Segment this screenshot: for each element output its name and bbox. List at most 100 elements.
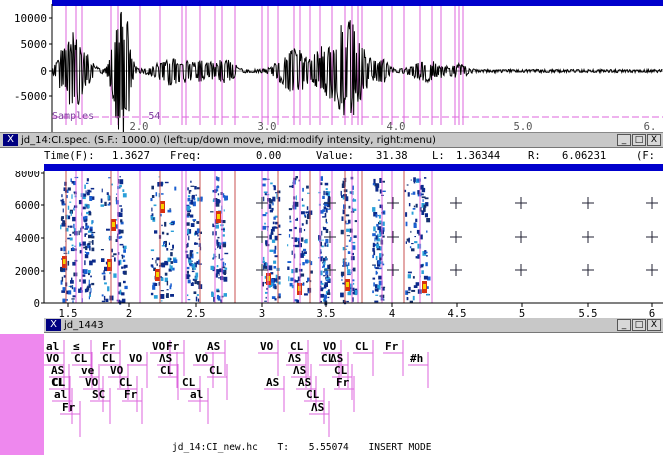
maximize-button[interactable]: □ — [632, 319, 646, 331]
label-tier-text: Fr — [385, 340, 399, 353]
spectrogram-cell — [325, 188, 328, 191]
spectrogram-cell — [215, 224, 219, 229]
spectrogram-cell — [424, 251, 428, 254]
minimize-button[interactable]: _ — [617, 134, 631, 146]
spectrogram-cell — [289, 229, 293, 232]
spectrogram-cell — [326, 274, 329, 278]
spectrogram-cell — [263, 265, 268, 269]
spectrogram-cell — [274, 285, 277, 290]
spectrogram-cell — [71, 194, 73, 199]
label-tier-item[interactable]: AS — [264, 376, 285, 412]
label-tier-item[interactable]: Fr — [383, 340, 404, 376]
spectrogram-cell — [377, 260, 381, 265]
spectrogram-scroll-bar[interactable] — [44, 164, 663, 171]
spectrogram-cell — [215, 273, 218, 278]
spectrogram-cell — [83, 216, 87, 220]
spectrogram-cell — [410, 179, 412, 181]
spectrogram-cell — [88, 272, 90, 276]
spectrogram-y-tick-label: 8000 — [15, 171, 40, 180]
spectrogram-cell — [83, 269, 88, 274]
spectrogram-cell — [217, 236, 220, 239]
waveform-window[interactable]: 10000 5000 0 -5000 2.0 3.0 4.0 5.0 6. Samples 5… — [0, 0, 663, 132]
close-button[interactable]: X — [647, 319, 661, 331]
spectrogram-cell — [73, 193, 77, 195]
spectrogram-cell — [85, 225, 90, 229]
spectrogram-cell — [301, 223, 304, 226]
spectrogram-cell — [123, 255, 125, 258]
spectrogram-cell — [378, 236, 381, 237]
spectrogram-cell — [191, 195, 194, 200]
spectrogram-cell — [189, 264, 193, 267]
spectrogram-cell — [69, 237, 73, 241]
label-tier-item[interactable]: CL — [207, 364, 228, 400]
spectrogram-window[interactable]: X jd_14:CI.spec. (S.F.: 1000.0) (left:up… — [0, 132, 663, 320]
spectrogram-cell — [301, 250, 304, 256]
spectrogram-cell — [106, 192, 109, 195]
spectrogram-cell — [289, 220, 292, 223]
spectrogram-cell — [322, 262, 324, 264]
spectrogram-energy-peak — [161, 204, 164, 209]
spectrogram-cell — [305, 219, 308, 225]
spectrogram-cell — [223, 293, 227, 297]
window-menu-icon[interactable]: X — [3, 134, 18, 146]
spectrogram-cell — [289, 215, 291, 220]
label-tier-item[interactable]: Fr — [334, 376, 355, 412]
spectrogram-cell — [372, 277, 376, 280]
label-tier-item[interactable]: VO — [258, 340, 279, 376]
label-titlebar[interactable]: X jd_1443 _ □ X — [44, 318, 663, 333]
spectrogram-cell — [353, 282, 355, 285]
spectrogram-cell — [187, 299, 191, 301]
label-tier-item[interactable]: #h — [408, 352, 429, 388]
label-tier-item[interactable]: Fr — [122, 388, 143, 424]
spectrogram-cell — [92, 259, 96, 263]
spectrogram-cell — [426, 218, 431, 223]
spectrogram-cell — [326, 191, 331, 193]
spectrogram-cell — [320, 270, 323, 276]
spectrogram-cell — [166, 232, 169, 236]
spectrogram-cell — [303, 248, 307, 251]
window-menu-icon[interactable]: X — [46, 319, 61, 331]
spectrogram-cell — [378, 275, 382, 280]
spectrogram-cell — [106, 228, 110, 231]
spectrogram-readout: Time(F): 1.3627 Freq: 0.00 Value: 31.38 … — [0, 149, 663, 163]
spectrogram-cell — [274, 298, 277, 301]
label-tier-item[interactable]: ΛS — [309, 401, 330, 437]
spectrogram-cell — [304, 216, 307, 218]
spectrogram-cell — [122, 271, 125, 274]
spectrogram-cell — [291, 250, 293, 255]
spectrogram-cell — [118, 300, 122, 303]
spectrogram-cell — [196, 252, 199, 254]
spectrogram-cell — [73, 223, 75, 229]
label-window[interactable]: X jd_1443 _ □ X al ≤ Fr VO Fr AS VO CL VO CL Fr #h V… — [0, 318, 663, 455]
spectrogram-cell — [294, 237, 297, 243]
spectrogram-cell — [189, 229, 192, 234]
label-tier-item[interactable]: al — [188, 388, 209, 424]
spectrogram-cell — [372, 290, 374, 294]
spectrogram-cell — [347, 269, 351, 274]
spectrogram-titlebar[interactable]: X jd_14:CI.spec. (S.F.: 1000.0) (left:up… — [0, 133, 663, 148]
spectrogram-cell — [375, 255, 378, 261]
maximize-button[interactable]: □ — [632, 134, 646, 146]
label-tier-item[interactable]: SC — [90, 388, 111, 424]
spectrogram-cell — [224, 252, 229, 255]
close-button[interactable]: X — [647, 134, 661, 146]
label-tier-item[interactable]: Fr — [60, 401, 81, 437]
window-controls: _ □ X — [617, 134, 661, 146]
label-tiers[interactable]: al ≤ Fr VO Fr AS VO CL VO CL Fr#hVO CL CL VO ΛS VO ΛS CLΛ… — [44, 334, 663, 455]
spectrogram-cell — [295, 267, 298, 273]
label-tier-item[interactable]: CL — [158, 364, 179, 400]
label-tier-item[interactable]: CL — [353, 340, 374, 376]
spectrogram-cell — [215, 176, 218, 181]
spectrogram-cell — [73, 209, 75, 211]
spectrogram-cell — [424, 197, 429, 200]
spectrogram-cell — [413, 285, 418, 288]
minimize-button[interactable]: _ — [617, 319, 631, 331]
spectrogram-cell — [151, 185, 154, 190]
freq-label: Freq: — [170, 150, 202, 162]
spectrogram-cell — [68, 250, 70, 255]
spectrogram-cell — [160, 277, 164, 281]
spectrogram-cell — [406, 297, 409, 301]
spectrogram-plot[interactable]: 80006000400020000 1.5 2 2.5 3 3.5 4 4.5 5 5.5 6 — [0, 171, 663, 321]
spectrogram-cell — [320, 283, 324, 285]
spectrogram-cell — [350, 256, 355, 261]
